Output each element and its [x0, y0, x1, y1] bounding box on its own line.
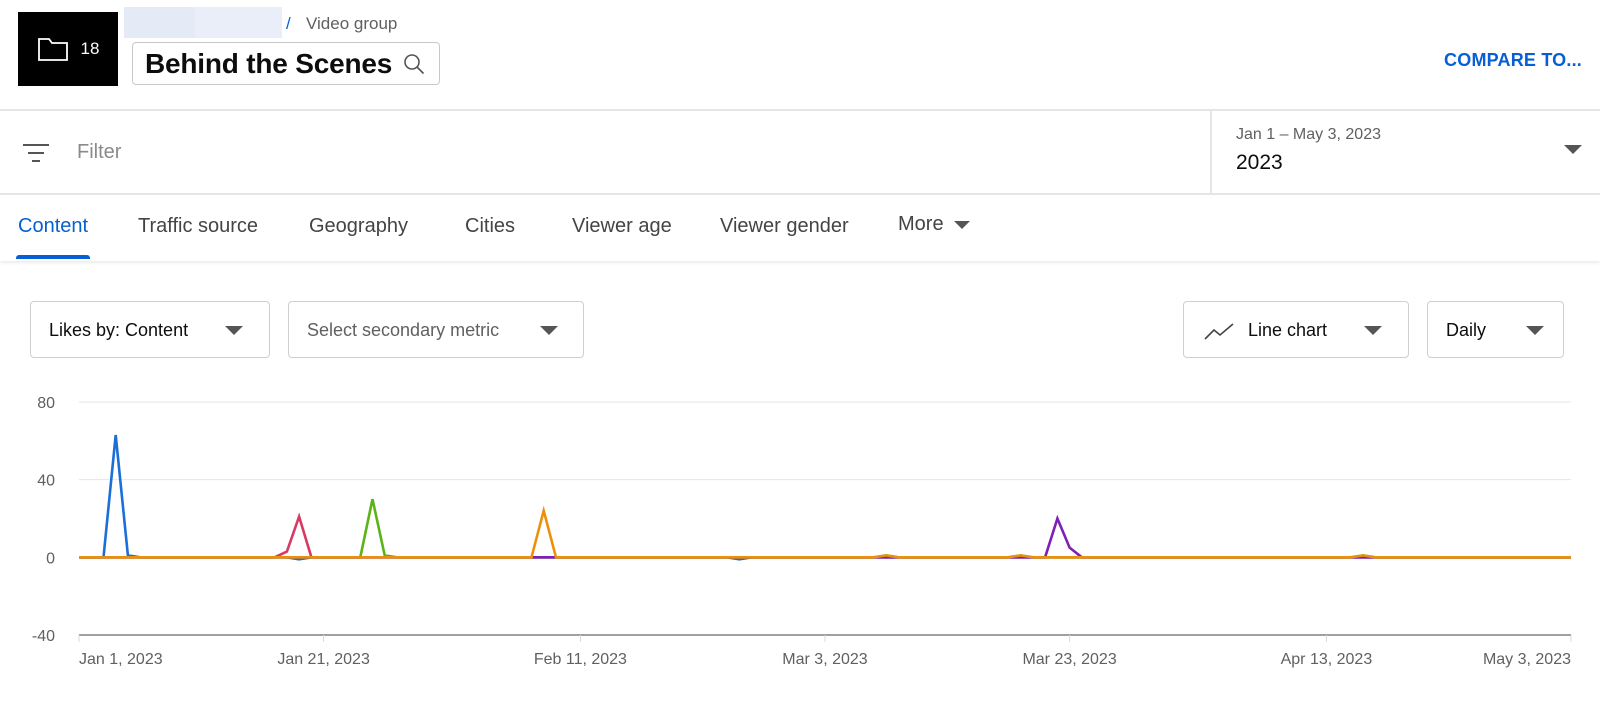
date-range-value: 2023 — [1236, 151, 1283, 174]
y-tick-label: 80 — [37, 395, 55, 412]
secondary-metric-dropdown[interactable]: Select secondary metric — [288, 301, 584, 358]
primary-metric-dropdown[interactable]: Likes by: Content — [30, 301, 270, 358]
header: 18 / Video group Behind the Scenes COMPA… — [0, 0, 1600, 111]
secondary-metric-label: Select secondary metric — [307, 320, 500, 340]
chevron-down-icon — [225, 326, 243, 335]
page-title: Behind the Scenes — [145, 47, 393, 79]
series-line-video-4 — [79, 514, 1571, 559]
filter-input[interactable]: Filter — [77, 141, 121, 164]
breadcrumb-current: Video group — [306, 14, 398, 33]
x-tick-label: Jan 1, 2023 — [79, 651, 163, 668]
filter-icon[interactable] — [22, 142, 50, 164]
x-tick-label: Apr 13, 2023 — [1281, 651, 1373, 668]
tab-viewer-age[interactable]: Viewer age — [572, 215, 672, 238]
x-tick-label: Jan 21, 2023 — [277, 651, 370, 668]
series-line-video-1 — [79, 434, 1571, 561]
series-line-video-2 — [79, 512, 1571, 559]
group-title-selector[interactable]: Behind the Scenes — [132, 42, 440, 85]
dimension-tabs: Content Traffic source Geography Cities … — [0, 195, 1600, 261]
breadcrumb-channel-redacted[interactable] — [124, 7, 282, 38]
granularity-dropdown[interactable]: Daily — [1427, 301, 1564, 358]
breadcrumb-separator: / — [286, 14, 291, 33]
y-tick-label: -40 — [32, 628, 55, 645]
chevron-down-icon — [953, 220, 970, 229]
chevron-down-icon — [1526, 326, 1544, 335]
primary-metric-label: Likes by: Content — [49, 320, 189, 340]
tab-cities[interactable]: Cities — [465, 215, 515, 238]
chevron-down-icon — [1364, 326, 1382, 335]
chevron-down-icon — [1564, 145, 1582, 154]
chevron-down-icon — [540, 326, 558, 335]
date-range-text: Jan 1 – May 3, 2023 — [1236, 126, 1381, 143]
line-chart-icon — [1204, 323, 1234, 340]
series-line-video-5 — [79, 505, 1571, 559]
video-count: 18 — [80, 39, 100, 58]
video-group-thumbnail[interactable]: 18 — [18, 12, 118, 86]
active-tab-indicator — [16, 255, 90, 259]
tab-content[interactable]: Content — [18, 215, 88, 238]
folder-icon — [37, 38, 68, 61]
tab-geography[interactable]: Geography — [309, 215, 408, 238]
filter-bar: Filter Jan 1 – May 3, 2023 2023 — [0, 111, 1600, 195]
y-tick-label: 0 — [46, 550, 55, 567]
granularity-label: Daily — [1446, 320, 1487, 340]
date-range-selector[interactable]: Jan 1 – May 3, 2023 2023 — [1210, 111, 1600, 193]
tab-more[interactable]: More — [898, 213, 970, 236]
compare-to-button[interactable]: COMPARE TO... — [1444, 50, 1582, 71]
y-tick-label: 40 — [37, 473, 55, 490]
chart-type-dropdown[interactable]: Line chart — [1183, 301, 1409, 358]
search-icon[interactable] — [403, 53, 425, 75]
x-tick-label: May 3, 2023 — [1483, 651, 1571, 668]
tab-viewer-gender[interactable]: Viewer gender — [720, 215, 849, 238]
chart-type-label: Line chart — [1248, 320, 1328, 340]
tab-more-label: More — [898, 213, 944, 235]
tab-traffic-source[interactable]: Traffic source — [138, 215, 258, 238]
chart-svg: 80 40 0 -40 Jan 1, 2023 Jan 21, 2023 Feb 11, 2… — [32, 395, 1572, 668]
x-tick-label: Feb 11, 2023 — [534, 651, 627, 668]
x-tick-label: Mar 3, 2023 — [782, 651, 867, 668]
likes-line-chart: 80 40 0 -40 Jan 1, 2023 Jan 21, 2023 Feb 11, 2… — [0, 380, 1600, 699]
x-tick-label: Mar 23, 2023 — [1022, 651, 1116, 668]
